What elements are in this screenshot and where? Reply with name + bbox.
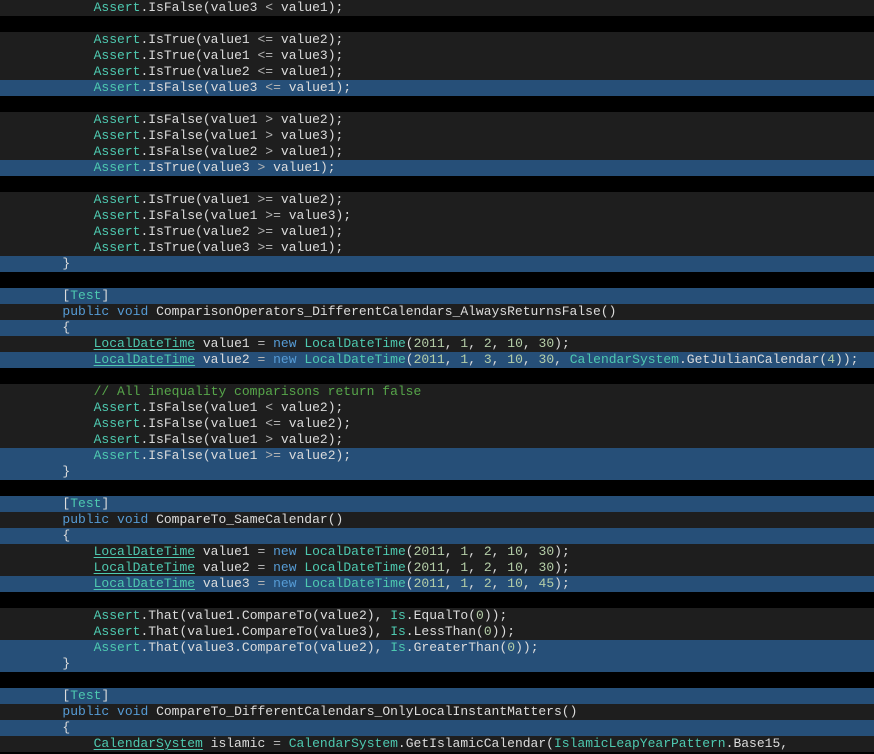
code-line-selected: [Test] xyxy=(0,288,874,304)
code-line-selected: } xyxy=(0,656,874,672)
code-line: Assert.IsFalse(value1 <= value2); xyxy=(0,416,874,432)
code-line-selected: LocalDateTime value2 = new LocalDateTime… xyxy=(0,352,874,368)
code-line-selected: { xyxy=(0,528,874,544)
code-line: Assert.IsFalse(value1 > value2); xyxy=(0,112,874,128)
code-line: CalendarSystem islamic = CalendarSystem.… xyxy=(0,736,874,752)
code-line: Assert.IsFalse(value1 > value2); xyxy=(0,432,874,448)
code-line-selected: [Test] xyxy=(0,496,874,512)
code-line: Assert.IsTrue(value1 <= value2); xyxy=(0,32,874,48)
code-line: Assert.IsFalse(value3 < value1); xyxy=(0,0,874,16)
code-line: Assert.IsTrue(value3 >= value1); xyxy=(0,240,874,256)
code-line: public void CompareTo_SameCalendar() xyxy=(0,512,874,528)
code-line: Assert.IsTrue(value2 >= value1); xyxy=(0,224,874,240)
code-line: Assert.IsFalse(value1 > value3); xyxy=(0,128,874,144)
code-line: Assert.IsTrue(value1 >= value2); xyxy=(0,192,874,208)
blank-line xyxy=(0,480,874,496)
code-line-selected: Assert.That(value3.CompareTo(value2), Is… xyxy=(0,640,874,656)
code-line-selected: Assert.IsFalse(value1 >= value2); xyxy=(0,448,874,464)
blank-line xyxy=(0,272,874,288)
code-line: public void ComparisonOperators_Differen… xyxy=(0,304,874,320)
blank-line xyxy=(0,592,874,608)
code-editor[interactable]: Assert.IsFalse(value3 < value1); Assert.… xyxy=(0,0,874,752)
code-line-selected: } xyxy=(0,464,874,480)
blank-line xyxy=(0,368,874,384)
code-line: Assert.IsFalse(value2 > value1); xyxy=(0,144,874,160)
code-line: LocalDateTime value1 = new LocalDateTime… xyxy=(0,544,874,560)
blank-line xyxy=(0,672,874,688)
code-line-selected: { xyxy=(0,720,874,736)
code-line: LocalDateTime value2 = new LocalDateTime… xyxy=(0,560,874,576)
code-line-selected: [Test] xyxy=(0,688,874,704)
code-line: Assert.IsTrue(value1 <= value3); xyxy=(0,48,874,64)
code-line: Assert.IsFalse(value1 >= value3); xyxy=(0,208,874,224)
code-line: Assert.That(value1.CompareTo(value3), Is… xyxy=(0,624,874,640)
code-line-selected: { xyxy=(0,320,874,336)
code-line-selected: Assert.IsTrue(value3 > value1); xyxy=(0,160,874,176)
code-line-selected: } xyxy=(0,256,874,272)
code-line: // All inequality comparisons return fal… xyxy=(0,384,874,400)
blank-line xyxy=(0,176,874,192)
code-line: public void CompareTo_DifferentCalendars… xyxy=(0,704,874,720)
code-line-selected: Assert.IsFalse(value3 <= value1); xyxy=(0,80,874,96)
code-line-selected: LocalDateTime value3 = new LocalDateTime… xyxy=(0,576,874,592)
code-line: Assert.IsFalse(value1 < value2); xyxy=(0,400,874,416)
code-line: Assert.That(value1.CompareTo(value2), Is… xyxy=(0,608,874,624)
blank-line xyxy=(0,16,874,32)
blank-line xyxy=(0,96,874,112)
code-line: Assert.IsTrue(value2 <= value1); xyxy=(0,64,874,80)
code-line: LocalDateTime value1 = new LocalDateTime… xyxy=(0,336,874,352)
